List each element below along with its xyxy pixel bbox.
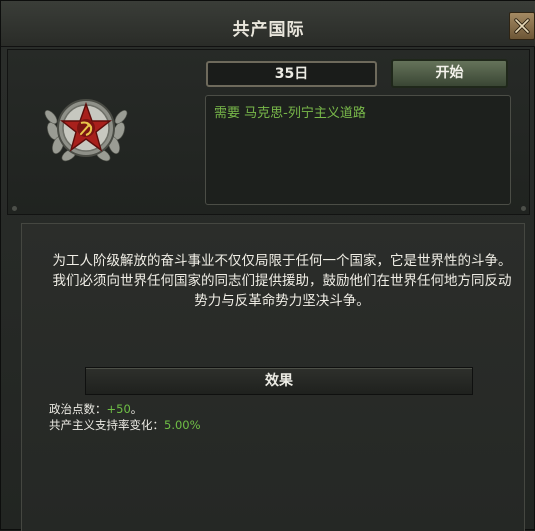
duration-display: 35日: [206, 61, 377, 87]
communist-star-emblem-icon: [44, 99, 128, 162]
effect-suffix: 。: [130, 402, 143, 416]
effects-header: 效果: [85, 367, 473, 395]
effect-label: 政治点数：: [49, 402, 107, 416]
close-icon: [514, 18, 530, 34]
decision-window: 共产国际 35日 开始 需要 马克思-列宁主义道路 为工人阶级解放的奋斗事业不仅…: [0, 0, 535, 531]
start-button[interactable]: 开始: [391, 59, 508, 88]
decision-description: 为工人阶级解放的奋斗事业不仅仅局限于任何一个国家，它是世界性的斗争。我们必须向世…: [52, 253, 512, 309]
rivet: [12, 206, 17, 211]
window-title: 共产国际: [232, 20, 305, 40]
effect-label: 共产主义支持率变化：: [49, 418, 164, 432]
requirement-text: 需要 马克思-列宁主义道路: [214, 106, 366, 121]
effect-value: +50: [106, 402, 131, 416]
requirements-box: 需要 马克思-列宁主义道路: [205, 95, 511, 205]
title-bar[interactable]: 共产国际: [1, 1, 535, 47]
effect-political-power: 政治点数：+50。: [49, 401, 142, 417]
effect-communism-support: 共产主义支持率变化：5.00%: [49, 417, 201, 433]
rivet: [521, 206, 526, 211]
effect-value: 5.00%: [164, 418, 201, 432]
close-button[interactable]: [509, 12, 535, 40]
